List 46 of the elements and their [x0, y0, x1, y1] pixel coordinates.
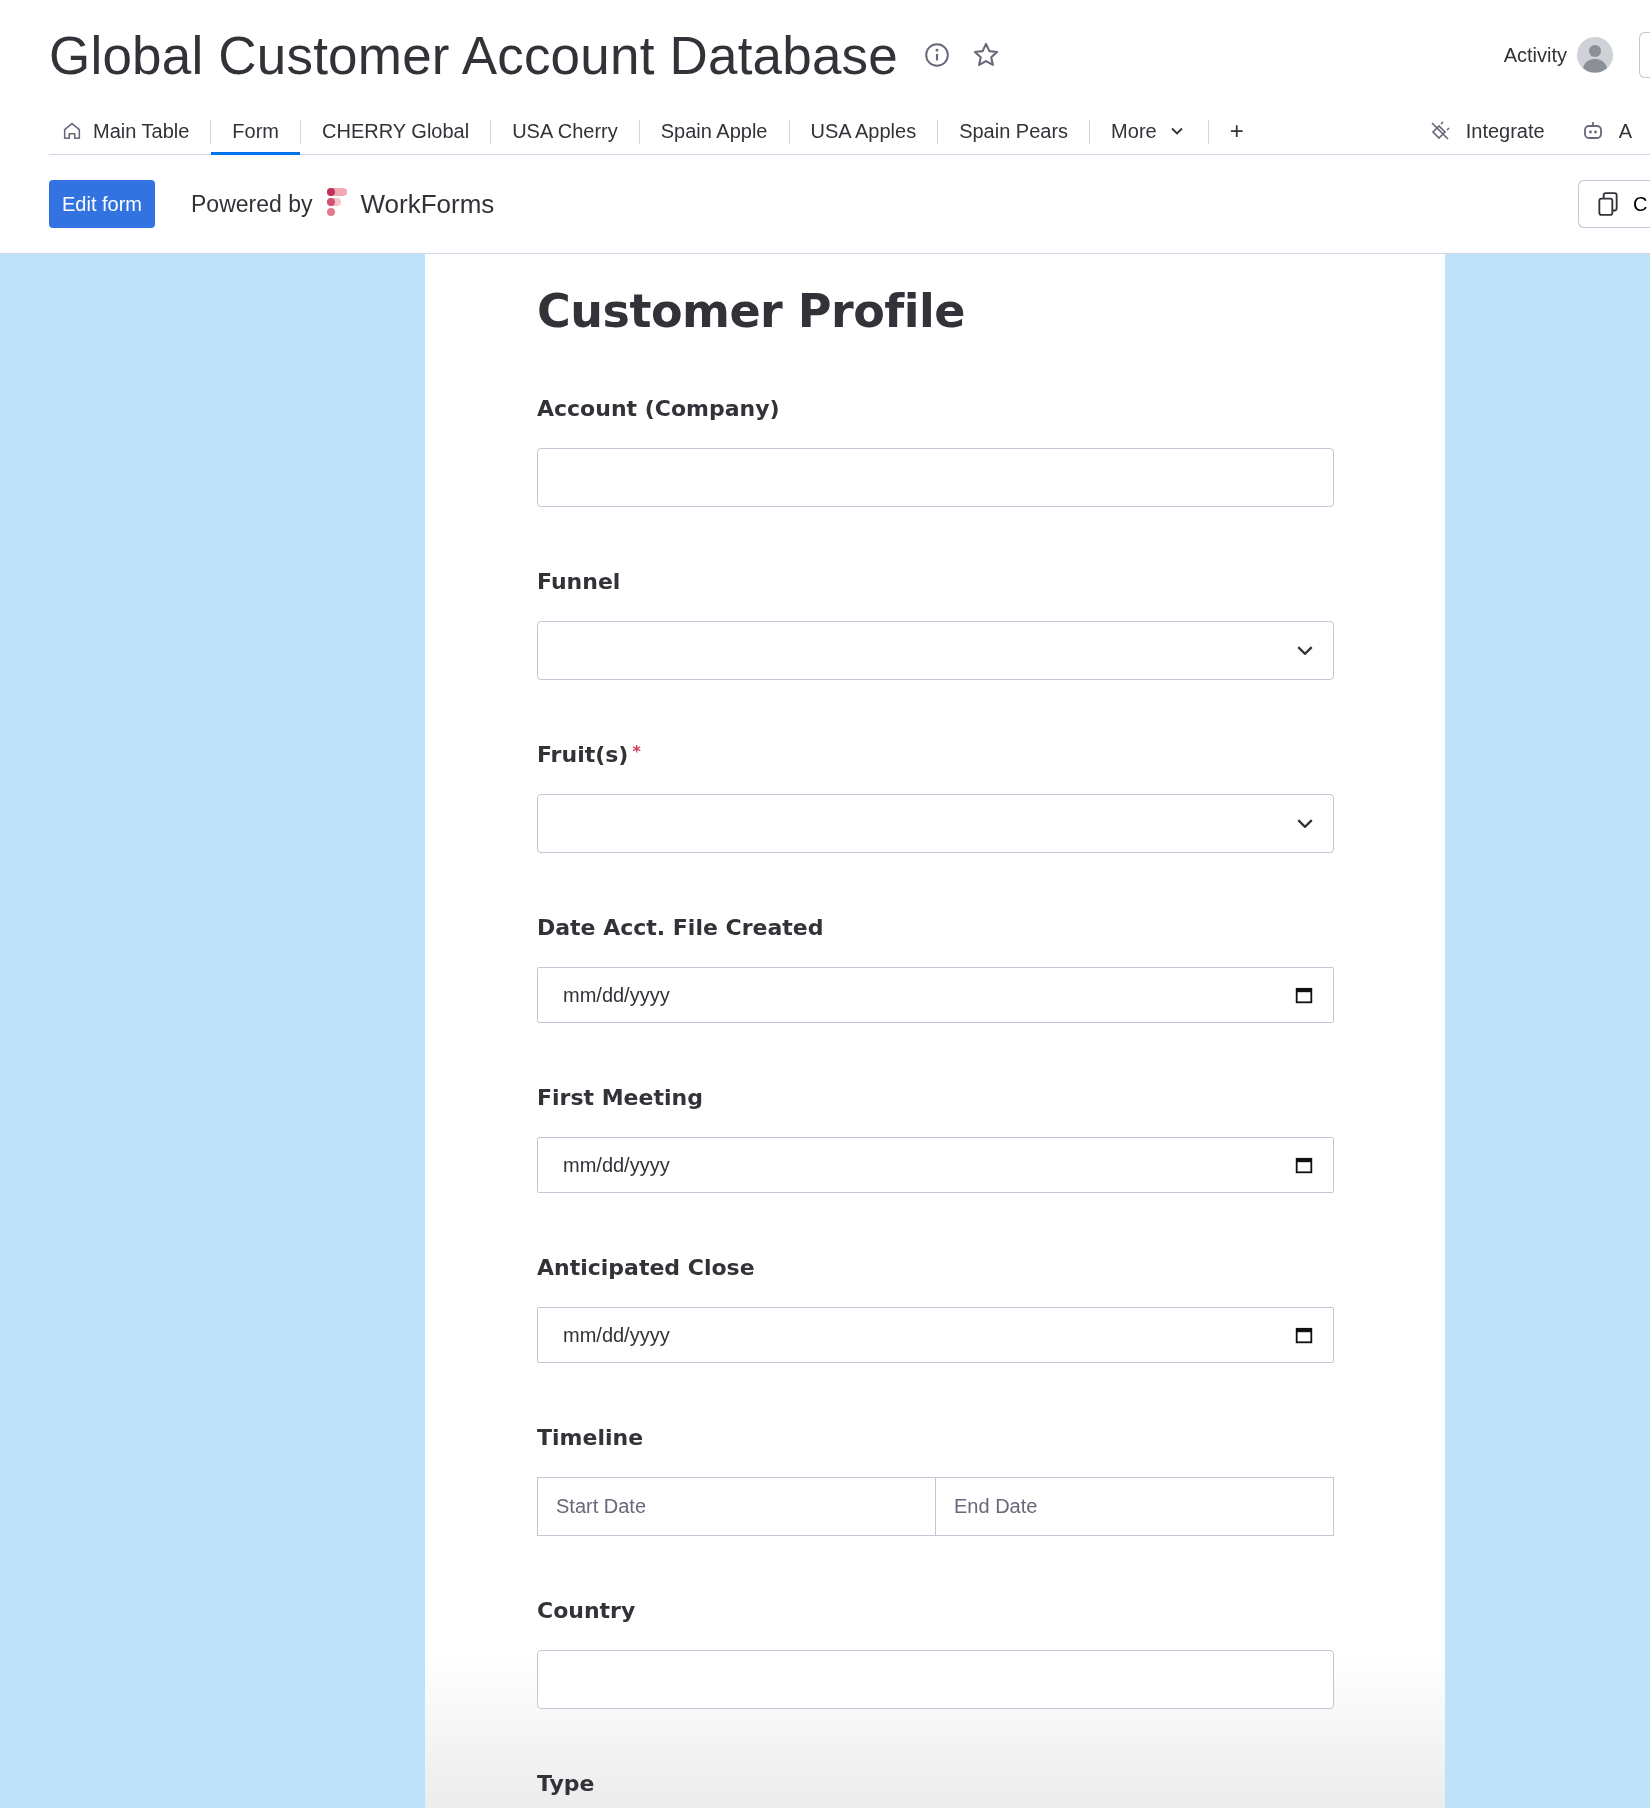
- date-field[interactable]: mm/dd/yyyy: [537, 1307, 1334, 1363]
- field-label: Account (Company): [537, 396, 780, 421]
- field-label: Fruit(s) *: [537, 742, 641, 767]
- view-tab[interactable]: Main Table: [49, 110, 211, 155]
- more-tab[interactable]: More: [1090, 110, 1208, 155]
- brand-name: WorkForms: [360, 188, 495, 220]
- date-field[interactable]: mm/dd/yyyy: [537, 1137, 1334, 1193]
- edit-form-button[interactable]: Edit form: [49, 180, 156, 228]
- view-tab[interactable]: CHERRY Global: [301, 110, 491, 155]
- view-tab[interactable]: USA Cherry: [491, 110, 639, 155]
- field-label: Timeline: [537, 1425, 644, 1450]
- chevron-down-icon: [1297, 819, 1313, 828]
- end-date-field[interactable]: End Date: [936, 1477, 1334, 1536]
- field-label: Date Acct. File Created: [537, 915, 824, 940]
- field-label: Type: [537, 1771, 595, 1796]
- dropdown-field[interactable]: [537, 621, 1334, 680]
- home-icon: [61, 120, 83, 142]
- start-date-field[interactable]: Start Date: [537, 1477, 936, 1536]
- copy-icon: [1595, 191, 1621, 217]
- view-tab[interactable]: USA Apples: [789, 110, 938, 155]
- field-label: Country: [537, 1598, 636, 1623]
- dropdown-field[interactable]: [537, 794, 1334, 853]
- powered-by-label: Powered by: [191, 190, 313, 218]
- field-label: Funnel: [537, 569, 621, 594]
- form-title: Customer Profile: [537, 284, 967, 338]
- calendar-icon: [1295, 1156, 1313, 1174]
- view-tab[interactable]: Spain Apple: [639, 110, 789, 155]
- text-field[interactable]: [537, 1650, 1334, 1709]
- view-tab[interactable]: Form: [211, 110, 301, 155]
- board-title: Global Customer Account Database: [49, 24, 898, 86]
- text-field[interactable]: [537, 448, 1334, 507]
- chevron-down-icon: [1297, 646, 1313, 655]
- view-tab[interactable]: Spain Pears: [938, 110, 1090, 155]
- avatar-icon[interactable]: [1577, 37, 1613, 73]
- star-icon[interactable]: [971, 41, 1000, 69]
- add-view-button[interactable]: +: [1208, 110, 1265, 155]
- calendar-icon: [1295, 986, 1313, 1004]
- date-field[interactable]: mm/dd/yyyy: [537, 967, 1334, 1023]
- field-label: First Meeting: [537, 1085, 703, 1110]
- automate-button[interactable]: A: [1562, 110, 1650, 155]
- copy-link-button[interactable]: C: [1578, 180, 1650, 228]
- integrate-button[interactable]: Integrate: [1409, 110, 1563, 155]
- field-label: Anticipated Close: [537, 1255, 755, 1280]
- info-icon[interactable]: [923, 42, 950, 68]
- calendar-icon: [1295, 1326, 1313, 1344]
- activity-link[interactable]: Activity: [1503, 43, 1567, 67]
